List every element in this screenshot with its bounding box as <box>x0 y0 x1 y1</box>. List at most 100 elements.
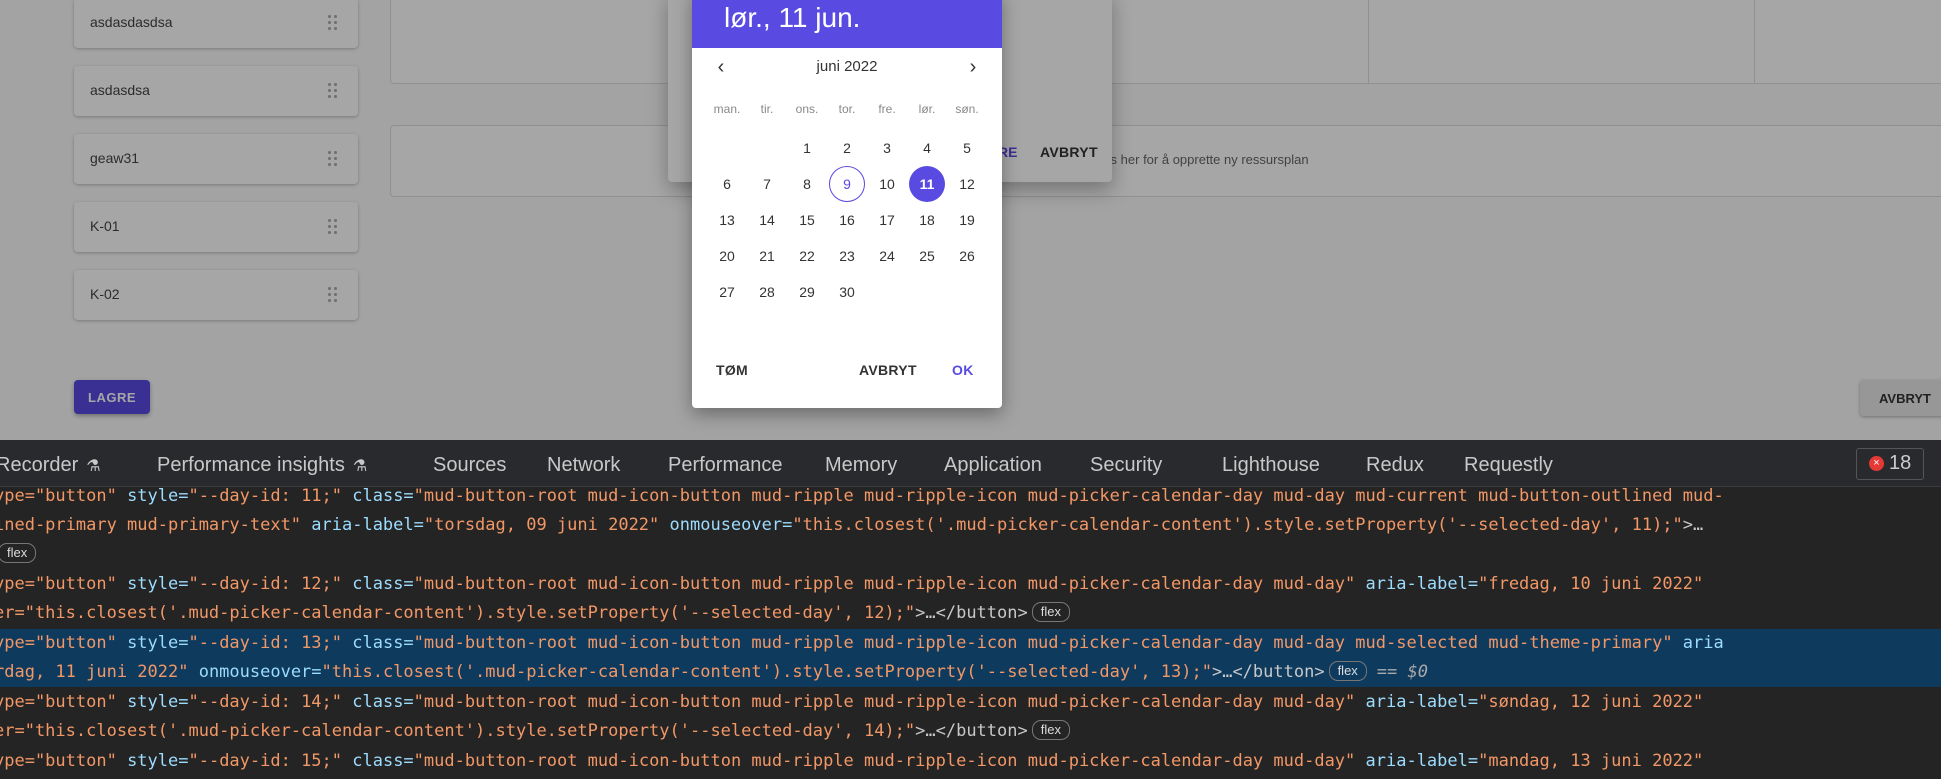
attr-name: onmouseover= <box>669 515 793 535</box>
day-button[interactable]: 18 <box>909 202 945 238</box>
code-line[interactable]: er="this.closest('.mud-picker-calendar-c… <box>0 599 1941 628</box>
attr-name: style= <box>127 692 189 712</box>
tab-requestly[interactable]: Requestly <box>1464 454 1553 477</box>
attr-name: style= <box>127 486 189 506</box>
day-button[interactable]: 20 <box>709 238 745 274</box>
weekday-label: ons. <box>795 102 819 116</box>
attr-value: "this.closest('.mud-picker-calendar-cont… <box>792 515 1683 535</box>
attr-name: class= <box>352 574 414 594</box>
day-button[interactable]: 1 <box>789 130 825 166</box>
code-line[interactable]: ype="button" style="--day-id: 15;" class… <box>0 747 1941 776</box>
day-button[interactable]: 30 <box>829 274 865 310</box>
flex-badge[interactable]: flex <box>1031 602 1070 622</box>
day-button[interactable]: 5 <box>949 130 985 166</box>
day-button[interactable]: 3 <box>869 130 905 166</box>
tab-label: Performance insights <box>157 454 345 476</box>
code-line[interactable]: flex <box>0 540 1941 569</box>
day-button[interactable]: 4 <box>909 130 945 166</box>
day-button[interactable]: 7 <box>749 166 785 202</box>
day-button[interactable]: 13 <box>709 202 745 238</box>
day-button[interactable]: 22 <box>789 238 825 274</box>
day-button-selected[interactable]: 11 <box>909 166 945 202</box>
day-button[interactable]: 17 <box>869 202 905 238</box>
day-button[interactable]: 15 <box>789 202 825 238</box>
code-line[interactable]: ype="button" style="--day-id: 14;" class… <box>0 688 1941 717</box>
attr-value: "fredag, 10 juni 2022" <box>1478 574 1704 594</box>
day-button[interactable]: 26 <box>949 238 985 274</box>
weekday-label: lør. <box>918 102 936 116</box>
tab-lighthouse[interactable]: Lighthouse <box>1222 454 1320 477</box>
day-button[interactable]: 2 <box>829 130 865 166</box>
picker-ok-button[interactable]: OK <box>952 362 974 378</box>
weekday-label: fre. <box>878 102 896 116</box>
flex-badge[interactable]: flex <box>0 543 37 563</box>
code-line[interactable]: ined-primary mud-primary-text" aria-labe… <box>0 511 1941 540</box>
tab-sources[interactable]: Sources <box>433 454 506 477</box>
day-button[interactable]: 27 <box>709 274 745 310</box>
attr-value: "mandag, 13 juni 2022" <box>1478 751 1704 771</box>
day-button[interactable]: 10 <box>869 166 905 202</box>
code-line[interactable]: er="this.closest('.mud-picker-calendar-c… <box>0 717 1941 746</box>
attr-name: aria-label= <box>1365 692 1479 712</box>
code-text: ype="button" <box>0 692 128 712</box>
attr-value: rdag, 11 juni 2022" <box>0 662 199 682</box>
tab-network[interactable]: Network <box>547 454 620 477</box>
picker-cancel-button[interactable]: AVBRYT <box>859 362 917 378</box>
tab-security[interactable]: Security <box>1090 454 1162 477</box>
day-button[interactable]: 28 <box>749 274 785 310</box>
day-button[interactable]: 24 <box>869 238 905 274</box>
attr-name: aria-label= <box>1365 574 1479 594</box>
day-button-current[interactable]: 9 <box>829 166 865 202</box>
code-line-selected[interactable]: ype="button" style="--day-id: 13;" class… <box>0 629 1941 658</box>
weekday-label: tir. <box>760 102 774 116</box>
code-line[interactable]: ype="button" style="--day-id: 11;" class… <box>0 482 1941 511</box>
tab-label: Recorder <box>0 454 79 476</box>
attr-value: ined-primary mud-primary-text" <box>0 515 312 535</box>
code-text: ype="button" <box>0 574 128 594</box>
day-button[interactable]: 8 <box>789 166 825 202</box>
attr-name: class= <box>352 751 414 771</box>
error-counter[interactable]: × 18 <box>1856 448 1924 480</box>
day-button[interactable]: 25 <box>909 238 945 274</box>
attr-name: aria <box>1682 633 1724 653</box>
flex-badge[interactable]: flex <box>1031 720 1070 740</box>
code-text: ype="button" <box>0 486 128 506</box>
attr-value: "--day-id: 14;" <box>188 692 353 712</box>
tab-performance-insights[interactable]: Performance insights ⚗ <box>157 454 367 477</box>
weekday-label: tor. <box>838 102 856 116</box>
selected-node-marker: == $0 <box>1376 662 1428 682</box>
day-button[interactable]: 21 <box>749 238 785 274</box>
picker-header-date[interactable]: lør., 11 jun. <box>724 2 860 34</box>
attr-name: class= <box>352 692 414 712</box>
attr-value: "--day-id: 12;" <box>188 574 353 594</box>
day-button[interactable]: 19 <box>949 202 985 238</box>
tab-redux[interactable]: Redux <box>1366 454 1424 477</box>
tag-punct: >…</button> <box>915 721 1028 741</box>
date-picker: lør., 11 jun. ‹ juni 2022 › man. tir. on… <box>692 0 1002 408</box>
chevron-right-icon[interactable]: › <box>961 56 985 80</box>
attr-value: "--day-id: 15;" <box>188 751 353 771</box>
attr-value: "torsdag, 09 juni 2022" <box>423 515 670 535</box>
day-button[interactable]: 14 <box>749 202 785 238</box>
app-area: asdasdasdsa asdasdsa geaw31 K-01 K-02 ur… <box>0 0 1941 440</box>
tab-recorder[interactable]: Recorder ⚗ <box>0 454 101 477</box>
day-button[interactable]: 6 <box>709 166 745 202</box>
attr-value: "mud-button-root mud-icon-button mud-rip… <box>413 751 1366 771</box>
code-text: ype="button" <box>0 633 128 653</box>
attr-name: style= <box>127 751 189 771</box>
day-button[interactable]: 16 <box>829 202 865 238</box>
month-label[interactable]: juni 2022 <box>692 58 1002 75</box>
day-button[interactable]: 12 <box>949 166 985 202</box>
tab-application[interactable]: Application <box>944 454 1042 477</box>
day-button[interactable]: 29 <box>789 274 825 310</box>
tab-memory[interactable]: Memory <box>825 454 897 477</box>
code-line-selected[interactable]: rdag, 11 juni 2022" onmouseover="this.cl… <box>0 658 1941 687</box>
attr-value: "søndag, 12 juni 2022" <box>1478 692 1704 712</box>
error-count: 18 <box>1889 452 1912 474</box>
error-icon: × <box>1869 456 1884 471</box>
code-line[interactable]: ype="button" style="--day-id: 12;" class… <box>0 570 1941 599</box>
tab-performance[interactable]: Performance <box>668 454 783 477</box>
flex-badge[interactable]: flex <box>1328 661 1367 681</box>
day-button[interactable]: 23 <box>829 238 865 274</box>
clear-button[interactable]: TØM <box>716 362 748 378</box>
